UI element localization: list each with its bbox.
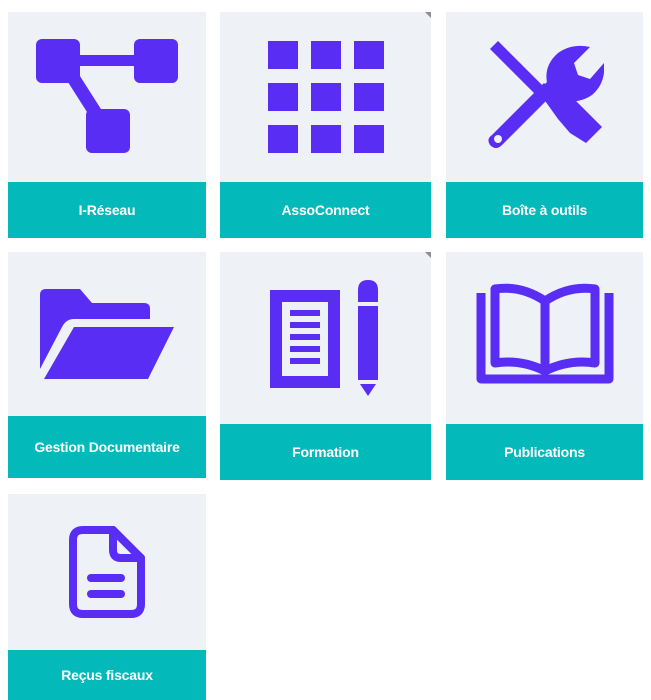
tile-label: Reçus fiscaux bbox=[8, 650, 206, 700]
tools-icon bbox=[446, 12, 643, 182]
open-book-icon bbox=[446, 252, 643, 424]
tile-label: Boîte à outils bbox=[446, 182, 643, 238]
tile-label: Formation bbox=[220, 424, 431, 480]
tile-gestion-documentaire[interactable]: Gestion Documentaire bbox=[8, 252, 206, 478]
tile-label: Gestion Documentaire bbox=[8, 416, 206, 478]
document-file-icon bbox=[8, 494, 206, 650]
tile-formation[interactable]: Formation bbox=[220, 252, 431, 480]
network-nodes-icon bbox=[8, 12, 206, 182]
notepad-pencil-icon bbox=[220, 252, 431, 424]
folder-open-icon bbox=[8, 252, 206, 416]
tile-label: Publications bbox=[446, 424, 643, 480]
tile-i-reseau[interactable]: I-Réseau bbox=[8, 12, 206, 238]
tile-label: I-Réseau bbox=[8, 182, 206, 238]
tile-recus-fiscaux[interactable]: Reçus fiscaux bbox=[8, 494, 206, 700]
tile-label: AssoConnect bbox=[220, 182, 431, 238]
tile-publications[interactable]: Publications bbox=[446, 252, 643, 480]
tile-boite-a-outils[interactable]: Boîte à outils bbox=[446, 12, 643, 238]
tile-assoconnect[interactable]: AssoConnect bbox=[220, 12, 431, 238]
grid-apps-icon bbox=[220, 12, 431, 182]
